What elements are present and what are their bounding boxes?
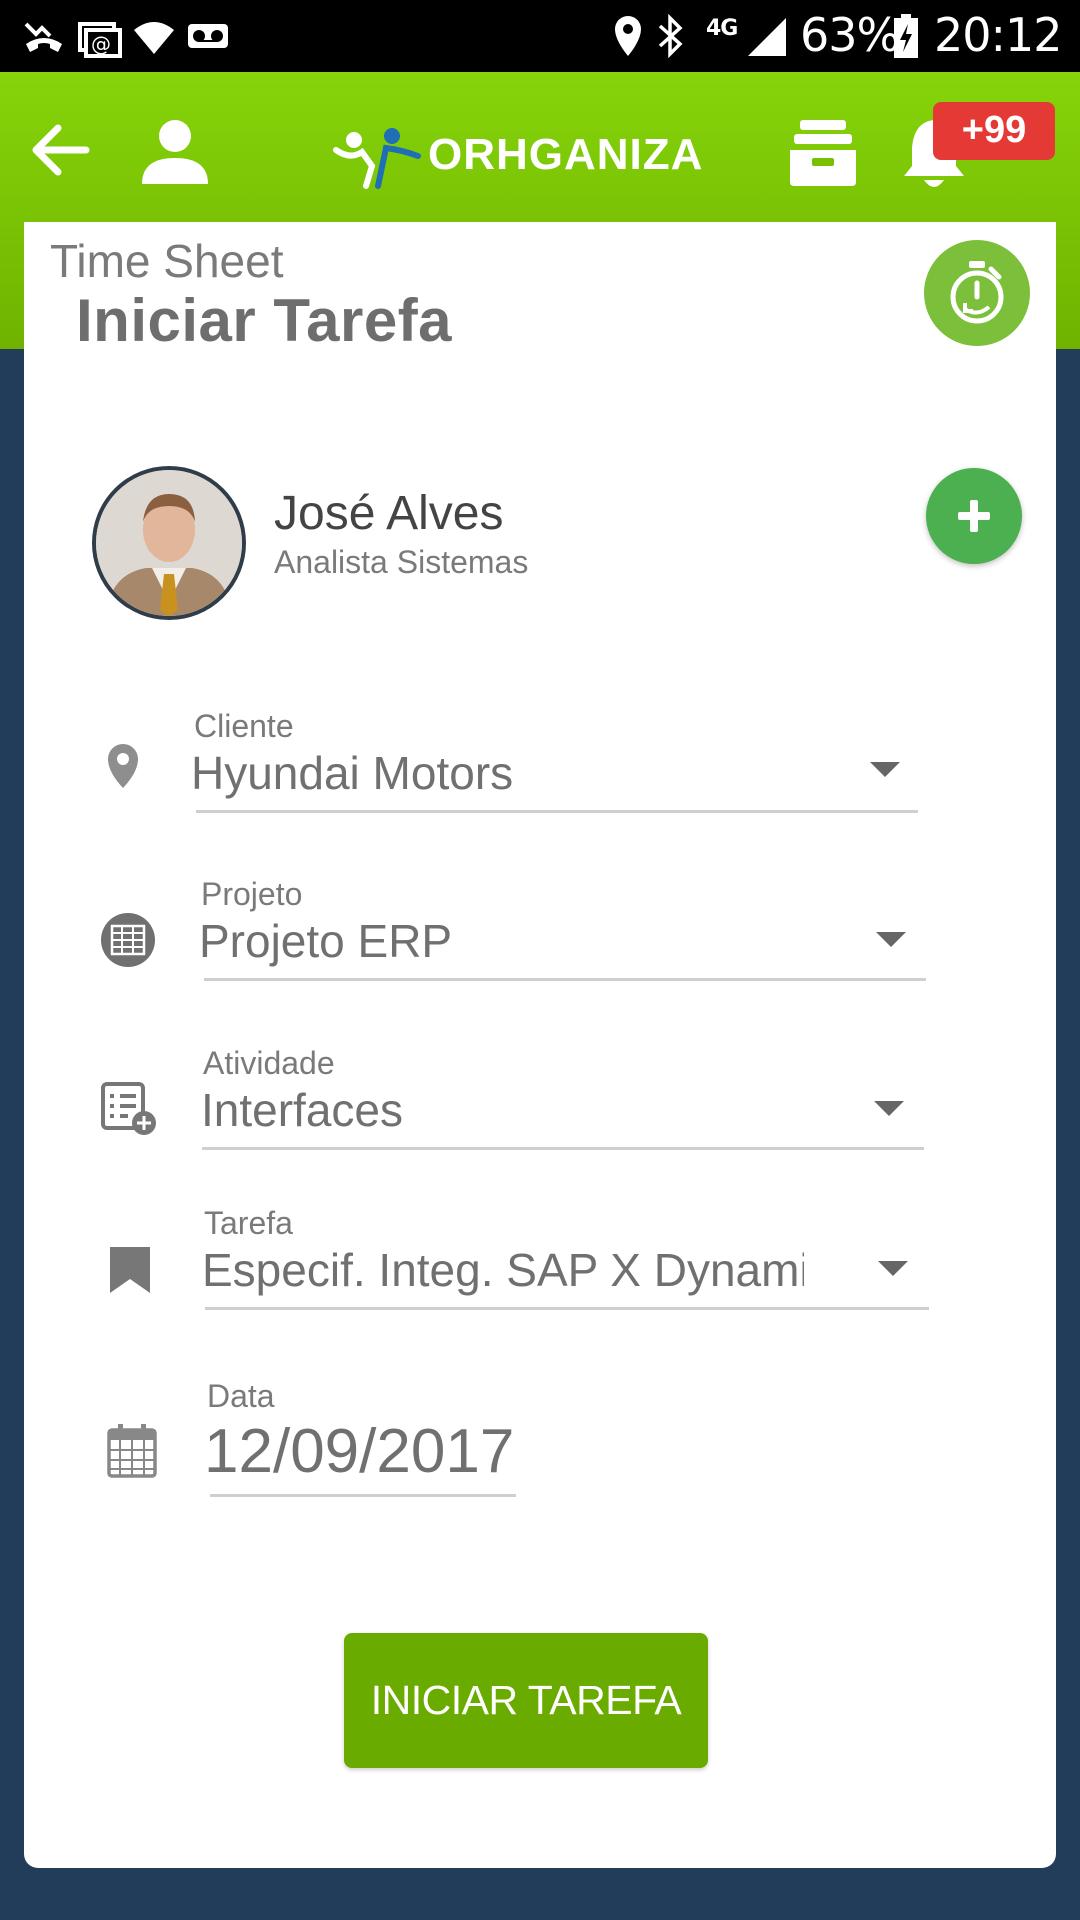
data-label: Data: [207, 1378, 275, 1414]
app-logo: ORHGANIZA: [332, 126, 702, 189]
user-name: José Alves: [274, 487, 504, 540]
add-button[interactable]: [926, 468, 1022, 564]
svg-text:@: @: [91, 32, 111, 56]
user-role: Analista Sistemas: [274, 544, 529, 580]
cliente-value[interactable]: Hyundai Motors: [191, 746, 711, 800]
page-title: Iniciar Tarefa: [76, 287, 453, 354]
avatar: [92, 466, 246, 620]
status-bar: @ 4G 63% 20:12: [0, 0, 1080, 72]
inbox-icon[interactable]: [788, 116, 858, 188]
wifi-icon: [132, 14, 176, 58]
chevron-down-icon[interactable]: [874, 1101, 904, 1116]
location-icon: [612, 14, 644, 58]
timesheet-card: Time Sheet Iniciar Tarefa José Alves Ana…: [24, 222, 1056, 1868]
logo-text: ORHGANIZA: [428, 130, 704, 179]
atividade-value[interactable]: Interfaces: [201, 1083, 721, 1137]
start-task-button[interactable]: INICIAR TAREFA: [344, 1633, 708, 1768]
timer-button[interactable]: [924, 240, 1030, 346]
profile-icon[interactable]: [140, 118, 210, 186]
project-icon: [100, 912, 156, 973]
chevron-down-icon[interactable]: [870, 762, 900, 777]
projeto-label: Projeto: [201, 876, 303, 912]
network-type: 4G: [706, 16, 738, 41]
chevron-down-icon[interactable]: [878, 1261, 908, 1276]
chevron-down-icon[interactable]: [876, 932, 906, 947]
stopwatch-icon: [950, 261, 1004, 324]
missed-call-icon: [22, 14, 66, 58]
battery-percent: 63%: [800, 8, 900, 62]
bookmark-icon: [108, 1245, 152, 1300]
clock: 20:12: [934, 8, 1063, 62]
tarefa-label: Tarefa: [204, 1205, 293, 1241]
cliente-label: Cliente: [194, 708, 294, 744]
email-icon: @: [78, 14, 122, 58]
signal-icon: [746, 14, 788, 58]
atividade-label: Atividade: [203, 1045, 335, 1081]
activity-list-icon: [100, 1081, 158, 1142]
projeto-value[interactable]: Projeto ERP: [199, 914, 719, 968]
logo-figure-icon: [333, 128, 421, 189]
battery-icon: [893, 14, 919, 60]
tarefa-value[interactable]: Especif. Integ. SAP X Dynamics: [202, 1243, 804, 1297]
breadcrumb: Time Sheet: [50, 235, 284, 287]
back-arrow-icon[interactable]: [30, 122, 92, 178]
voicemail-icon: [186, 14, 230, 58]
date-value[interactable]: 12/09/2017: [204, 1416, 514, 1487]
notification-badge[interactable]: +99: [933, 102, 1055, 160]
location-pin-icon: [106, 742, 140, 795]
calendar-icon: [106, 1422, 158, 1483]
bluetooth-icon: [656, 14, 686, 58]
